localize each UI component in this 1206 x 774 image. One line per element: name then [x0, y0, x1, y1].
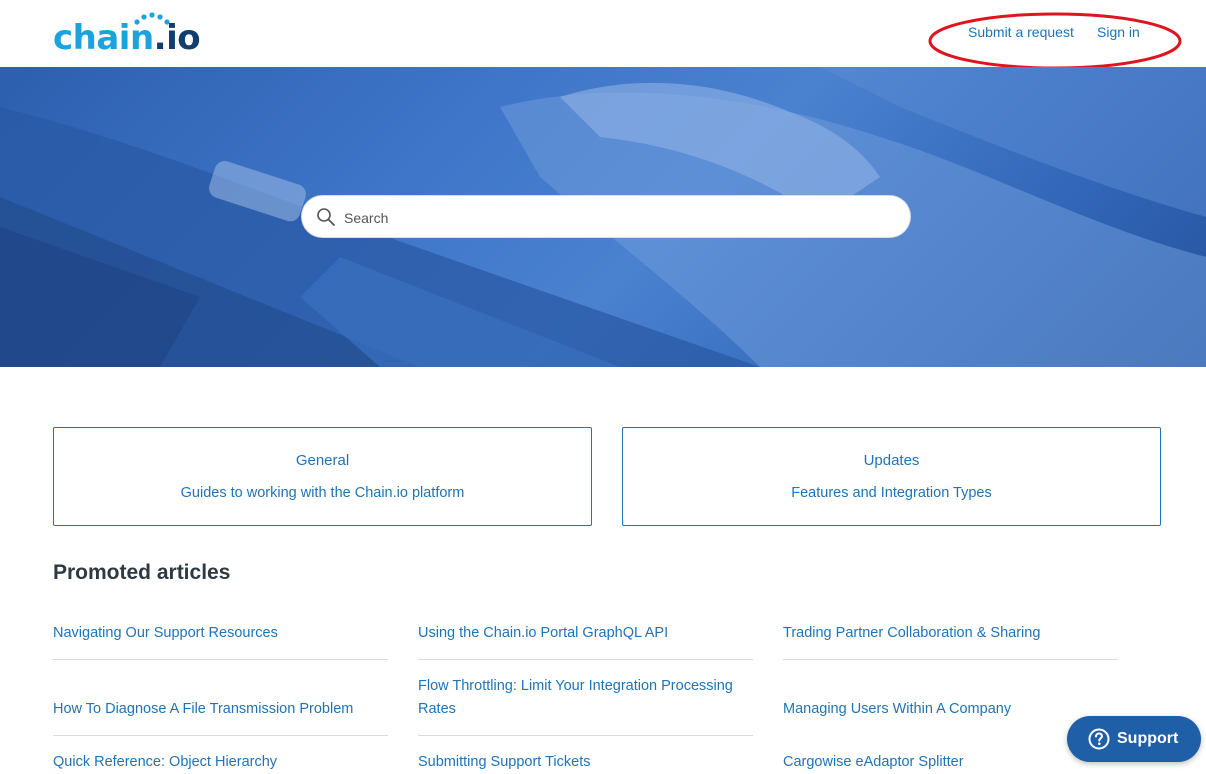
- promoted-article-link[interactable]: Using the Chain.io Portal GraphQL API: [418, 622, 753, 645]
- search-icon: [317, 208, 335, 226]
- site-header: chain.io Submit a request Sign in: [0, 0, 1206, 67]
- promoted-article-link[interactable]: Navigating Our Support Resources: [53, 622, 388, 645]
- logo-wordmark: chain.io: [53, 18, 201, 58]
- category-title: Updates: [863, 452, 920, 469]
- promoted-article-link[interactable]: Trading Partner Collaboration & Sharing: [783, 622, 1118, 645]
- support-widget-button[interactable]: Support: [1067, 716, 1201, 762]
- category-title: General: [295, 452, 350, 469]
- search-input[interactable]: [342, 196, 901, 239]
- article-divider: [53, 659, 388, 660]
- promoted-article-link[interactable]: How To Diagnose A File Transmission Prob…: [53, 698, 388, 721]
- submit-request-link[interactable]: Submit a request: [968, 24, 1074, 40]
- category-card-updates[interactable]: Updates Features and Integration Types: [622, 427, 1161, 526]
- promoted-articles-heading: Promoted articles: [53, 561, 231, 584]
- logo-dot-text: .: [153, 18, 167, 58]
- support-label: Support: [1117, 730, 1179, 747]
- article-divider: [53, 735, 388, 736]
- category-card-general[interactable]: General Guides to working with the Chain…: [53, 427, 592, 526]
- category-description: Features and Integration Types: [791, 485, 992, 501]
- sign-in-link[interactable]: Sign in: [1097, 24, 1140, 40]
- promoted-article-link[interactable]: Flow Throttling: Limit Your Integration …: [418, 675, 748, 721]
- category-description: Guides to working with the Chain.io plat…: [180, 485, 465, 501]
- logo-io-text: io: [166, 18, 201, 58]
- logo-chain-text: chain: [53, 18, 154, 58]
- question-circle-icon: [1088, 728, 1110, 750]
- article-divider: [418, 659, 753, 660]
- search-bar[interactable]: [302, 196, 910, 239]
- article-divider: [418, 735, 753, 736]
- article-divider: [783, 659, 1118, 660]
- promoted-article-link[interactable]: Managing Users Within A Company: [783, 698, 1118, 721]
- hero-banner: [0, 67, 1206, 367]
